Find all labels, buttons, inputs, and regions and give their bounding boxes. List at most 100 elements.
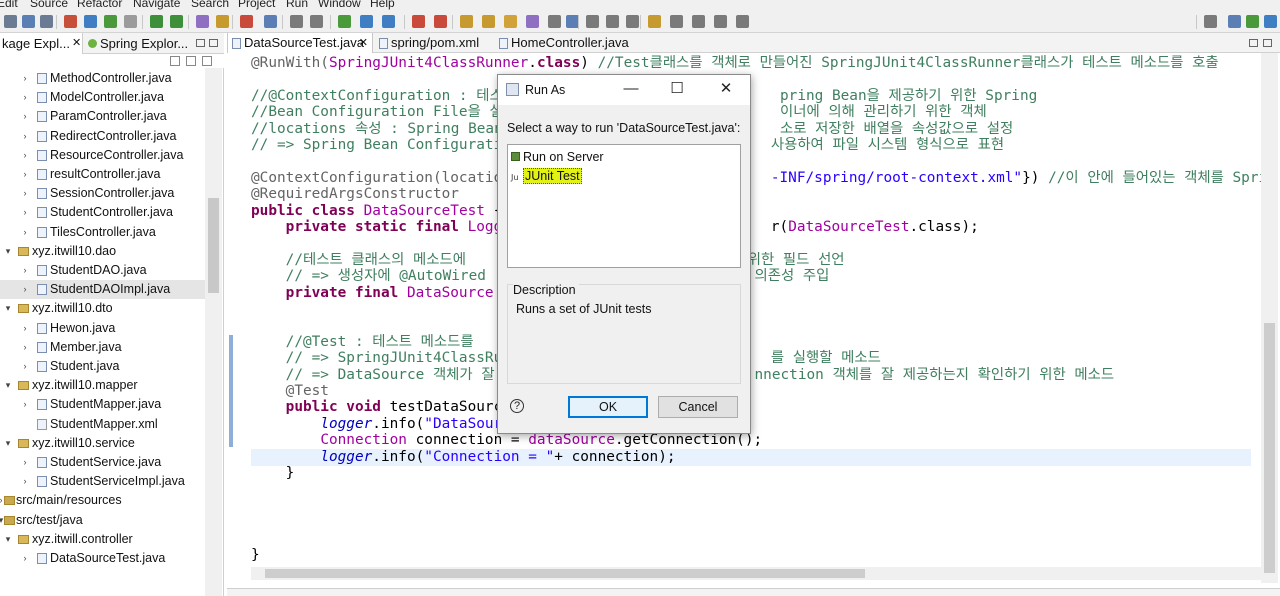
tree-folder[interactable]: ▾ src/test/java bbox=[0, 511, 205, 530]
quick-access-icon[interactable] bbox=[1204, 15, 1217, 28]
maximize-editor-icon[interactable] bbox=[1263, 39, 1272, 47]
ext-tools-icon[interactable] bbox=[170, 15, 183, 28]
expand-arrow-icon[interactable]: › bbox=[20, 395, 30, 414]
code-area[interactable]: @RunWith(SpringJUnit4ClassRunner.class) … bbox=[251, 55, 1261, 575]
launch-icon[interactable] bbox=[150, 15, 163, 28]
editor-tab[interactable]: HomeController.java bbox=[495, 33, 635, 53]
minimize-view-icon[interactable] bbox=[196, 39, 205, 47]
expand-arrow-icon[interactable]: › bbox=[20, 261, 30, 280]
prev-annotation-icon[interactable] bbox=[626, 15, 639, 28]
collapse-arrow-icon[interactable]: ▾ bbox=[3, 299, 13, 318]
tree-file[interactable]: › Hewon.java bbox=[0, 319, 205, 338]
tree-package[interactable]: ▾ xyz.itwill10.dto bbox=[0, 299, 205, 318]
tree-scrollbar[interactable] bbox=[205, 68, 222, 596]
editor-tab[interactable]: DataSourceTest.java ✕ bbox=[227, 33, 373, 53]
nav-back-icon[interactable] bbox=[290, 15, 303, 28]
tree-scroll-thumb[interactable] bbox=[208, 198, 219, 293]
tree-file[interactable]: › StudentDAOImpl.java bbox=[0, 280, 205, 300]
new-icon[interactable] bbox=[4, 15, 17, 28]
tree-file[interactable]: › RedirectController.java bbox=[0, 127, 205, 146]
expand-arrow-icon[interactable]: › bbox=[20, 280, 30, 299]
pin-icon[interactable] bbox=[736, 15, 749, 28]
collapse-all-icon[interactable] bbox=[170, 56, 180, 66]
link-editor-icon[interactable] bbox=[186, 56, 196, 66]
tree-file[interactable]: StudentMapper.xml bbox=[0, 415, 205, 434]
close-tab-icon[interactable]: ✕ bbox=[359, 33, 368, 53]
expand-arrow-icon[interactable]: › bbox=[20, 203, 30, 222]
perspective-spring-icon[interactable] bbox=[1246, 15, 1259, 28]
perspective-debug-icon[interactable] bbox=[1264, 15, 1277, 28]
search-icon[interactable] bbox=[196, 15, 209, 28]
editor-vertical-scrollbar[interactable] bbox=[1261, 53, 1278, 583]
tree-file[interactable]: › MethodController.java bbox=[0, 69, 205, 88]
menu-search[interactable]: Search bbox=[191, 0, 229, 10]
tree-package[interactable]: ▾ xyz.itwill10.service bbox=[0, 434, 205, 453]
menu-edit[interactable]: Edit bbox=[0, 0, 18, 10]
editor-tab[interactable]: spring/pom.xml bbox=[375, 33, 493, 53]
menu-window[interactable]: Window bbox=[318, 0, 361, 10]
package-icon[interactable] bbox=[482, 15, 495, 28]
tree-file[interactable]: › resultController.java bbox=[0, 165, 205, 184]
option-run-on-server[interactable]: Run on Server bbox=[511, 148, 604, 166]
last-edit-icon[interactable] bbox=[648, 15, 661, 28]
connect-icon[interactable] bbox=[526, 15, 539, 28]
nav-forward-icon[interactable] bbox=[310, 15, 323, 28]
expand-arrow-icon[interactable]: › bbox=[20, 338, 30, 357]
tree-file[interactable]: › DataSourceTest.java bbox=[0, 549, 205, 568]
collapse-arrow-icon[interactable]: ▾ bbox=[3, 434, 13, 453]
expand-arrow-icon[interactable]: › bbox=[20, 472, 30, 491]
tab-spring-explorer[interactable]: Spring Explor... bbox=[86, 33, 188, 54]
tree-file[interactable]: › ResourceController.java bbox=[0, 146, 205, 165]
tree-file[interactable]: › ParamController.java bbox=[0, 107, 205, 126]
ok-button[interactable]: OK bbox=[568, 396, 648, 418]
editor-vertical-scroll-thumb[interactable] bbox=[1264, 323, 1275, 573]
expand-arrow-icon[interactable]: › bbox=[20, 146, 30, 165]
editor-horizontal-scrollbar[interactable] bbox=[251, 567, 1261, 580]
debug-icon[interactable] bbox=[84, 15, 97, 28]
collapse-arrow-icon[interactable]: ▾ bbox=[3, 376, 13, 395]
menu-navigate[interactable]: Navigate bbox=[133, 0, 180, 10]
tree-file[interactable]: › StudentMapper.java bbox=[0, 395, 205, 414]
tree-file[interactable]: › ModelController.java bbox=[0, 88, 205, 107]
tree-package[interactable]: ▾ xyz.itwill10.mapper bbox=[0, 376, 205, 395]
expand-arrow-icon[interactable]: › bbox=[20, 357, 30, 376]
editor-horizontal-scroll-thumb[interactable] bbox=[265, 569, 865, 578]
view-menu-icon[interactable] bbox=[202, 56, 212, 66]
tree-file[interactable]: › Student.java bbox=[0, 357, 205, 376]
annotation-icon[interactable] bbox=[586, 15, 599, 28]
cancel-button[interactable]: Cancel bbox=[658, 396, 738, 418]
back-icon[interactable] bbox=[670, 15, 683, 28]
menu-project[interactable]: Project bbox=[238, 0, 275, 10]
breakpoint-icon[interactable] bbox=[434, 15, 447, 28]
history-icon[interactable] bbox=[714, 15, 727, 28]
stop-icon[interactable] bbox=[240, 15, 253, 28]
coverage-icon[interactable] bbox=[124, 15, 137, 28]
expand-arrow-icon[interactable]: › bbox=[20, 165, 30, 184]
perspective-java-icon[interactable] bbox=[1228, 15, 1241, 28]
tree-file[interactable]: › StudentController.java bbox=[0, 203, 205, 222]
tree-file[interactable]: › StudentDAO.java bbox=[0, 261, 205, 280]
close-button[interactable]: ✕ bbox=[703, 75, 749, 105]
task-icon[interactable] bbox=[264, 15, 277, 28]
tree-file[interactable]: › SessionController.java bbox=[0, 184, 205, 203]
terminate-icon[interactable] bbox=[64, 15, 77, 28]
expand-arrow-icon[interactable]: › bbox=[20, 88, 30, 107]
save-icon[interactable] bbox=[22, 15, 35, 28]
expand-arrow-icon[interactable]: › bbox=[20, 549, 30, 568]
forward-icon[interactable] bbox=[692, 15, 705, 28]
record-icon[interactable] bbox=[412, 15, 425, 28]
tree-package[interactable]: ▾ xyz.itwill10.dao bbox=[0, 242, 205, 261]
step-over-icon[interactable] bbox=[382, 15, 395, 28]
help-icon[interactable]: ? bbox=[510, 399, 524, 413]
option-junit-test[interactable]: Ju JUnit Test bbox=[511, 167, 582, 185]
expand-arrow-icon[interactable]: › bbox=[20, 223, 30, 242]
wand-icon[interactable] bbox=[504, 15, 517, 28]
dialog-title-bar[interactable]: Run As — ✕ ☐ bbox=[498, 75, 750, 105]
expand-arrow-icon[interactable]: › bbox=[20, 184, 30, 203]
tree-file[interactable]: › StudentServiceImpl.java bbox=[0, 472, 205, 491]
run-icon[interactable] bbox=[104, 15, 117, 28]
step-icon[interactable] bbox=[360, 15, 373, 28]
globe-icon[interactable] bbox=[548, 15, 561, 28]
minimize-button[interactable]: — bbox=[608, 75, 654, 105]
expand-arrow-icon[interactable]: › bbox=[20, 319, 30, 338]
